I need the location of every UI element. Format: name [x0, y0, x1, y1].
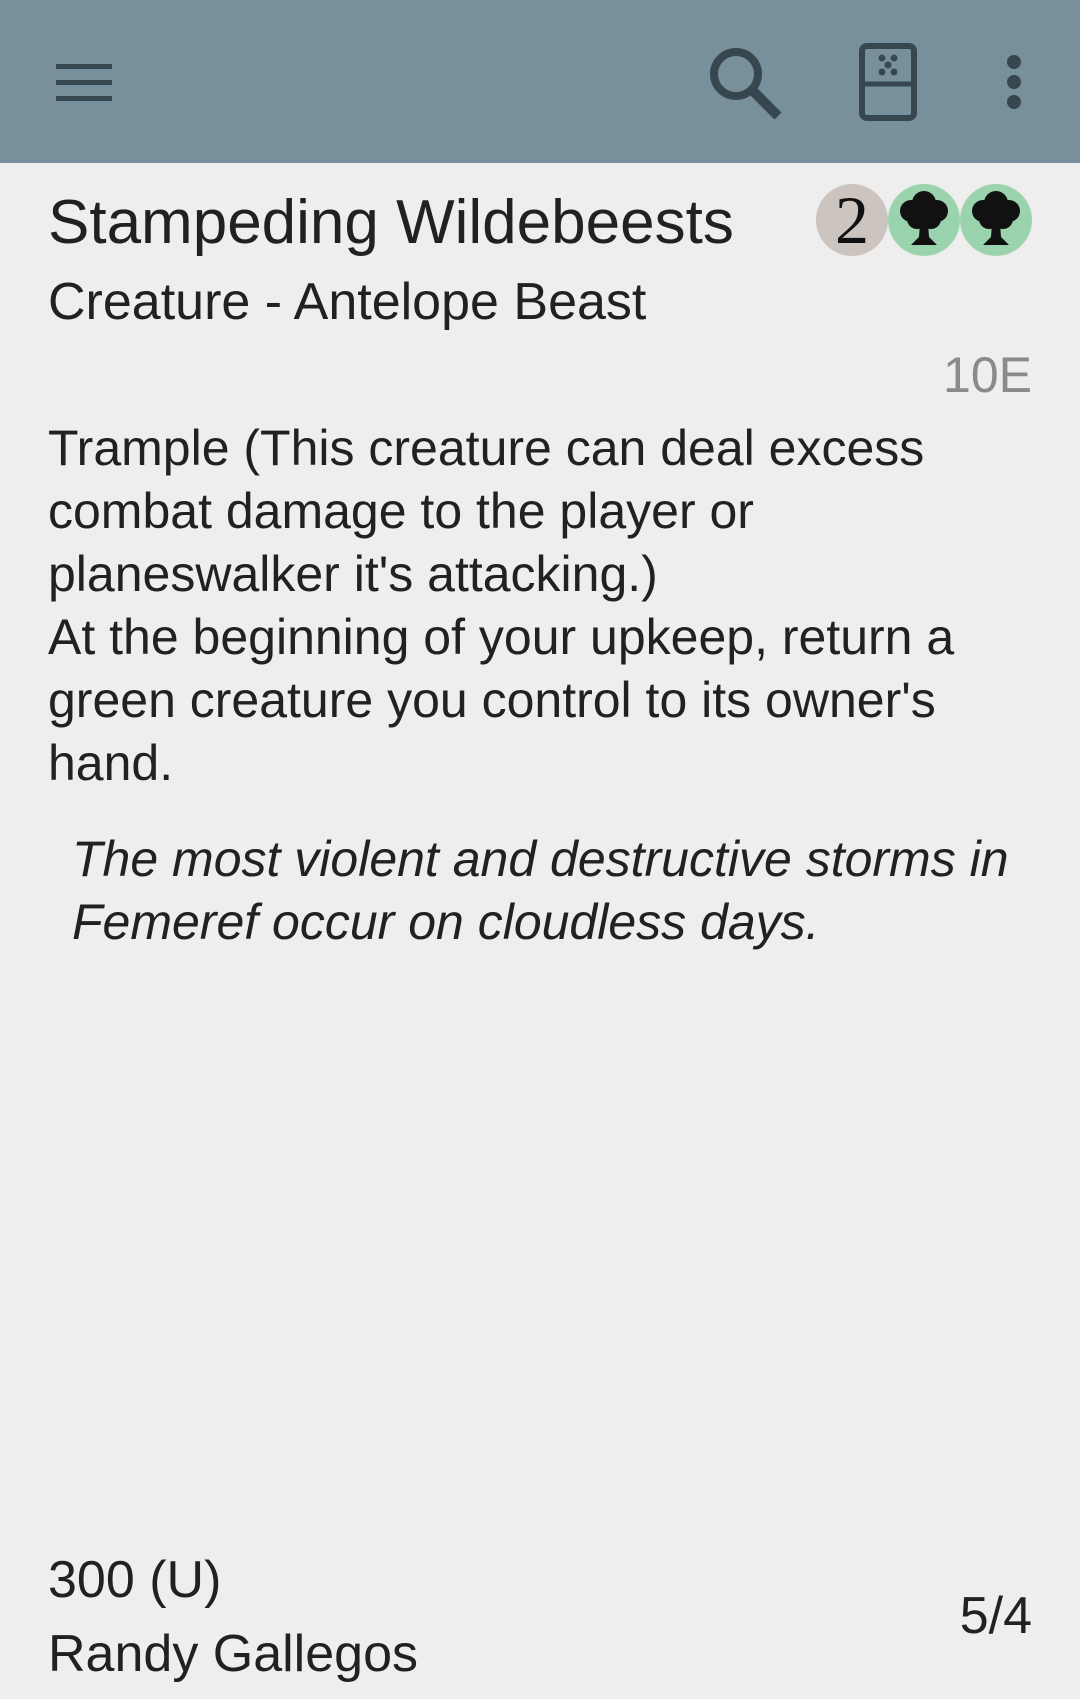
mana-green-icon [960, 184, 1032, 256]
card-name: Stampeding Wildebeests [48, 188, 734, 257]
hamburger-menu-icon [56, 63, 112, 101]
mana-generic-symbol: 2 [816, 184, 888, 256]
tree-icon [972, 191, 1020, 245]
dice-button[interactable] [834, 0, 942, 163]
type-line: Creature - Antelope Beast [48, 273, 647, 331]
power-toughness: 5/4 [959, 1587, 1032, 1645]
tree-icon [900, 191, 948, 245]
artist-name: Randy Gallegos [48, 1625, 418, 1683]
mana-cost: 2 [816, 183, 1032, 257]
flavor-text: The most violent and destructive storms … [72, 831, 1009, 950]
rules-paragraph: Trample (This creature can deal excess c… [48, 420, 925, 602]
dice-icon [859, 42, 917, 121]
more-vert-icon [1007, 54, 1021, 109]
rules-text: Trample (This creature can deal excess c… [48, 417, 1038, 795]
app-bar [0, 0, 1080, 163]
menu-button[interactable] [30, 0, 138, 163]
more-options-button[interactable] [960, 0, 1068, 163]
rules-paragraph: At the beginning of your upkeep, return … [48, 609, 955, 791]
collector-info: 300 (U) [48, 1551, 222, 1609]
search-button[interactable] [690, 0, 798, 163]
set-code: 10E [943, 347, 1032, 403]
mana-generic-value: 2 [835, 182, 869, 258]
mana-green-icon [888, 184, 960, 256]
search-icon [710, 47, 782, 120]
